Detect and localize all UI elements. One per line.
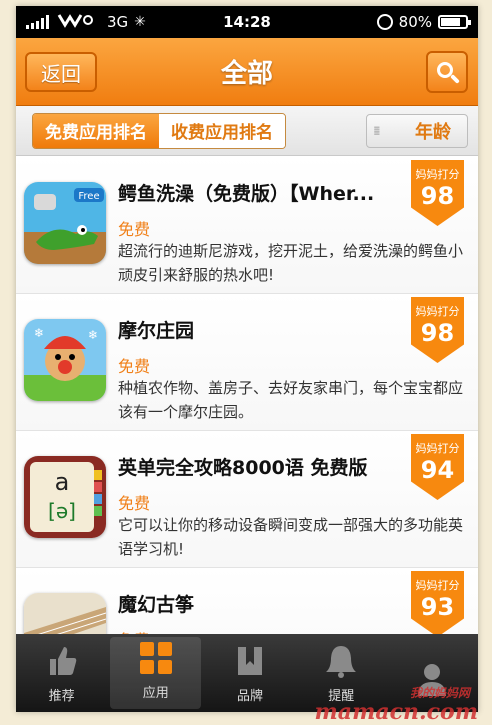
list-item[interactable]: ❄ ❄ 摩尔庄园 免费 种植农作物、盖房子、去好友家串门，每个宝宝都应该有一个摩尔… xyxy=(16,294,478,431)
score-label: 妈妈打分 xyxy=(415,305,460,318)
app-icon-vocabulary: a [ə] xyxy=(24,456,106,538)
signal-icon xyxy=(26,15,49,29)
score-value: 94 xyxy=(420,456,455,484)
ranking-filter-bar: 免费应用排名 收费应用排名 ⁞⁞⁞ 年龄 xyxy=(16,106,478,156)
list-item[interactable]: 魔幻古筝 免费 妈妈打分 93 xyxy=(16,568,478,635)
list-item[interactable]: a [ə] 英单完全攻略8000语 免费版 免费 它可以让你的移动设备瞬间变成一… xyxy=(16,431,478,568)
tab-recommend[interactable]: 推荐 xyxy=(16,634,107,712)
tab-apps[interactable]: 应用 xyxy=(110,637,202,709)
app-name: 英单完全攻略8000语 免费版 xyxy=(118,457,368,479)
mom-score-badge: 妈妈打分 98 xyxy=(411,160,464,226)
app-price: 免费 xyxy=(118,220,151,239)
back-button[interactable]: 返回 xyxy=(25,52,97,92)
site-watermark: 我的妈妈网 mamacn.com xyxy=(314,686,478,725)
title-bar: 返回 全部 xyxy=(16,38,478,106)
mom-score-badge: 妈妈打分 98 xyxy=(411,297,464,363)
free-badge: Free xyxy=(78,191,99,202)
tab-label: 推荐 xyxy=(48,689,75,704)
age-filter-button[interactable]: ⁞⁞⁞ 年龄 xyxy=(366,114,468,148)
app-description: 种植农作物、盖房子、去好友家串门，每个宝宝都应该有一个摩尔庄园。 xyxy=(118,379,464,421)
page-title: 全部 xyxy=(220,59,273,89)
score-label: 妈妈打分 xyxy=(415,168,460,181)
ranking-segment: 免费应用排名 收费应用排名 xyxy=(32,112,286,149)
activity-spinner-icon: ✳ xyxy=(134,14,146,30)
score-label: 妈妈打分 xyxy=(415,442,460,455)
app-name: 摩尔庄园 xyxy=(118,320,195,342)
tab-free-ranking[interactable]: 免费应用排名 xyxy=(33,113,159,148)
grid-icon xyxy=(139,642,172,674)
search-button[interactable] xyxy=(426,51,468,93)
watermark-text: mamacn.com xyxy=(314,699,478,725)
app-icon-mole-manor: ❄ ❄ xyxy=(24,319,106,401)
mom-score-badge: 妈妈打分 93 xyxy=(411,571,464,635)
list-item[interactable]: Free 鳄鱼洗澡（免费版）【Wher... 免费 超流行的迪斯尼游戏，挖开泥土… xyxy=(16,157,478,294)
bell-icon xyxy=(326,646,357,678)
rotation-lock-icon xyxy=(376,14,393,30)
score-value: 98 xyxy=(420,319,455,347)
book-icon xyxy=(238,647,262,675)
carrier-logo xyxy=(57,12,97,32)
icon-letter: a xyxy=(55,468,70,496)
tab-brand[interactable]: 品牌 xyxy=(204,634,295,712)
watermark-sub: 我的妈妈网 xyxy=(409,686,470,700)
app-price: 免费 xyxy=(118,494,151,513)
tab-label: 应用 xyxy=(142,686,169,701)
app-price: 免费 xyxy=(118,357,151,376)
age-filter-label: 年龄 xyxy=(415,122,451,143)
tab-notch-icon: ⁞⁞⁞ xyxy=(373,124,381,138)
score-label: 妈妈打分 xyxy=(415,579,460,592)
app-icon-crocodile: Free xyxy=(24,182,106,264)
app-screen: 3G ✳ 14:28 80% 返回 全部 免费应用排名 收费应用排名 ⁞⁞⁞ 年… xyxy=(16,6,478,712)
score-value: 93 xyxy=(420,593,455,621)
tab-label: 品牌 xyxy=(237,689,264,704)
svg-text:❄: ❄ xyxy=(88,328,98,342)
thumbs-up-icon xyxy=(49,647,76,675)
search-icon xyxy=(437,62,453,78)
tab-paid-ranking[interactable]: 收费应用排名 xyxy=(159,113,285,148)
app-icon-guzheng xyxy=(24,593,106,635)
svg-text:❄: ❄ xyxy=(34,326,44,340)
battery-percent: 80% xyxy=(398,13,432,31)
score-value: 98 xyxy=(420,182,455,210)
app-list[interactable]: Free 鳄鱼洗澡（免费版）【Wher... 免费 超流行的迪斯尼游戏，挖开泥土… xyxy=(16,157,478,635)
network-type: 3G xyxy=(107,13,129,31)
app-description: 它可以让你的移动设备瞬间变成一部强大的多功能英语学习机! xyxy=(118,516,464,558)
status-bar: 3G ✳ 14:28 80% xyxy=(16,6,478,38)
mom-score-badge: 妈妈打分 94 xyxy=(411,434,464,500)
battery-icon xyxy=(438,15,471,29)
icon-phonetic: [ə] xyxy=(48,499,76,523)
app-name: 鳄鱼洗澡（免费版）【Wher... xyxy=(118,183,375,205)
app-name: 魔幻古筝 xyxy=(118,594,195,616)
app-description: 超流行的迪斯尼游戏，挖开泥土，给爱洗澡的鳄鱼小顽皮引来舒服的热水吧! xyxy=(118,242,464,284)
